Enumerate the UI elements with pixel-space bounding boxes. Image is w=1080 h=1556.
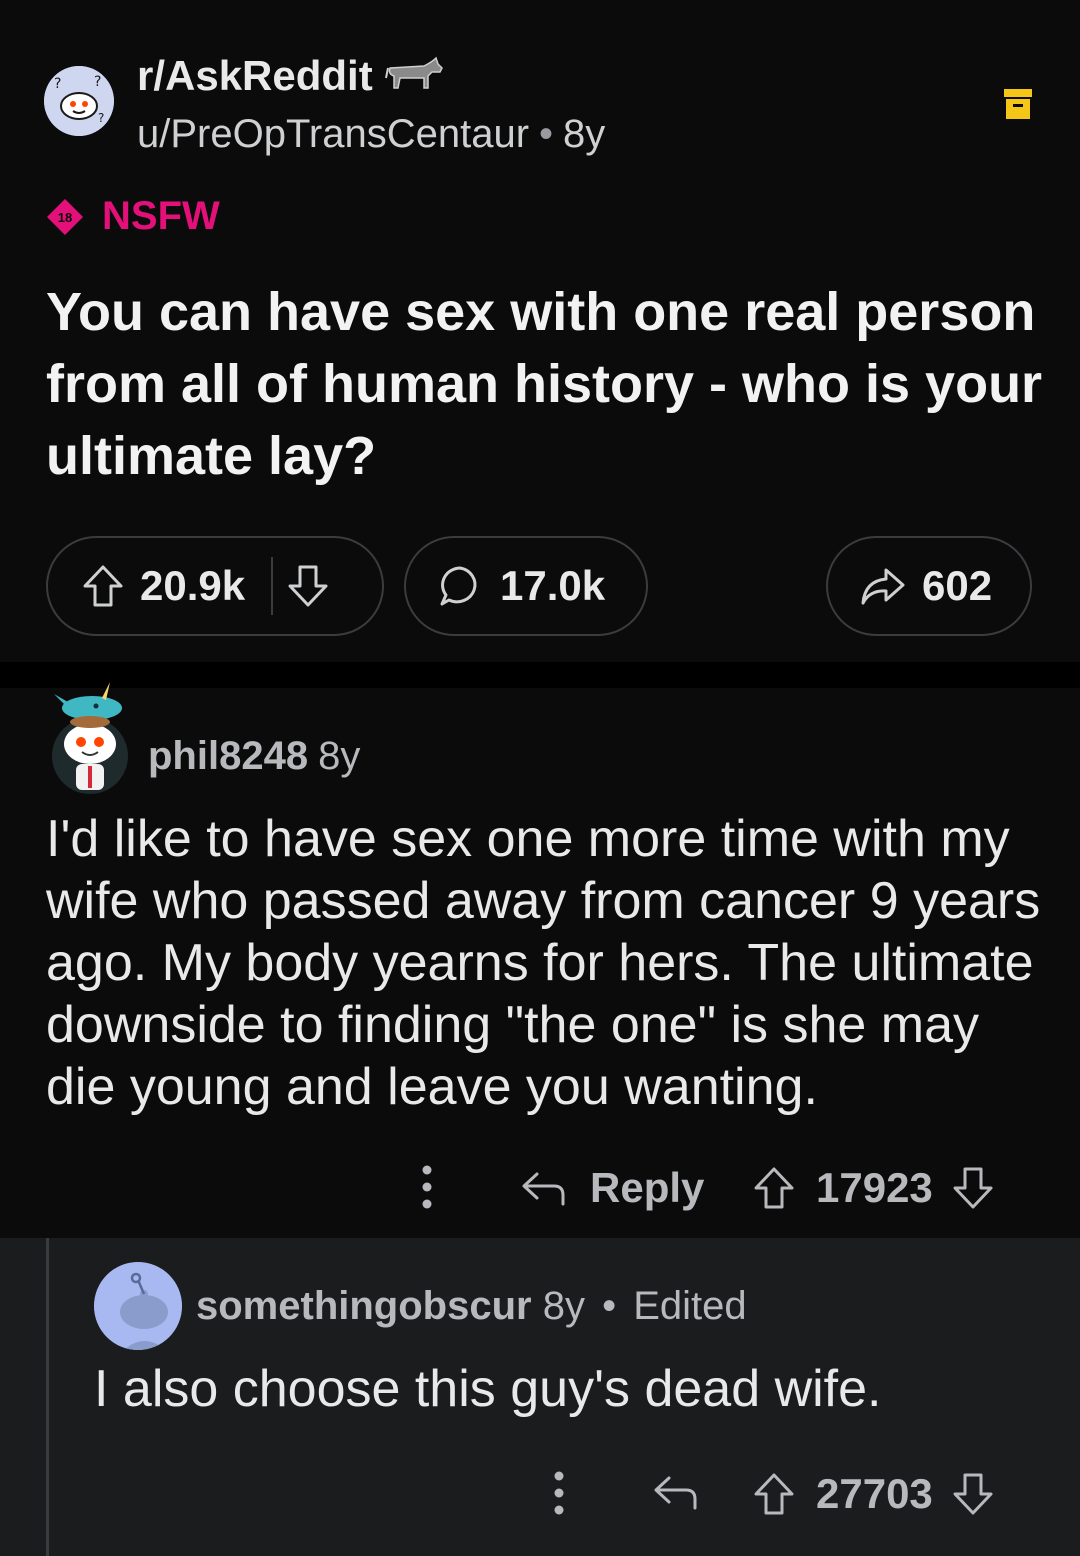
post-card: ? ? ? r/AskReddit u/PreOpTransCentaur • 8y…: [0, 0, 1080, 662]
nsfw-label: NSFW: [102, 194, 220, 238]
comment-body: I also choose this guy's dead wife.: [94, 1360, 882, 1418]
comment-author-line: phil8248 8y: [148, 734, 360, 779]
section-separator: [0, 662, 1080, 688]
post-shares: 602: [922, 562, 993, 609]
svg-text:?: ?: [54, 76, 61, 92]
share-icon: [860, 566, 906, 606]
more-options-icon[interactable]: [420, 1162, 434, 1212]
comment-score: 27703: [816, 1470, 933, 1517]
upvote-icon[interactable]: [752, 1472, 796, 1516]
more-options-icon[interactable]: [552, 1468, 566, 1518]
comment-author[interactable]: phil8248: [148, 734, 308, 778]
meta-separator: •: [539, 112, 554, 156]
subreddit-avatar-icon[interactable]: ? ? ?: [44, 66, 114, 136]
edited-label: Edited: [633, 1284, 747, 1328]
downvote-icon[interactable]: [951, 1472, 995, 1516]
svg-text:?: ?: [98, 111, 104, 125]
nsfw-tag: 18 NSFW: [46, 194, 220, 239]
meta-separator: •: [602, 1284, 617, 1328]
svg-text:?: ?: [94, 74, 101, 90]
user-avatar-icon[interactable]: [46, 676, 138, 796]
comment-author[interactable]: somethingobscur: [196, 1284, 532, 1328]
upvote-icon[interactable]: [82, 564, 124, 608]
upvote-icon[interactable]: [752, 1166, 796, 1210]
comment-age: 8y: [318, 734, 361, 778]
comment-vote: 17923: [752, 1164, 995, 1212]
comment-actions: Reply 17923: [0, 1150, 1080, 1226]
downvote-icon[interactable]: [287, 564, 329, 608]
post-title[interactable]: You can have sex with one real person fr…: [46, 276, 1046, 492]
comment-score: 17923: [816, 1164, 933, 1211]
svg-text:18: 18: [58, 210, 72, 225]
vote-pill: 20.9k: [46, 536, 384, 636]
comment-age: 8y: [542, 1284, 585, 1328]
downvote-icon[interactable]: [951, 1166, 995, 1210]
donkey-flair-icon: [384, 54, 446, 92]
nsfw-badge-icon: 18: [46, 198, 84, 236]
share-button[interactable]: 602: [826, 536, 1032, 636]
comment-author-line: somethingobscur 8y • Edited: [196, 1284, 747, 1329]
reply-icon: [520, 1168, 566, 1208]
comments-button[interactable]: 17.0k: [404, 536, 648, 636]
archive-icon: [1003, 88, 1033, 120]
comment-vote: 27703: [752, 1470, 995, 1518]
vote-divider: [271, 557, 274, 615]
post-upvotes: 20.9k: [140, 562, 246, 609]
comment-icon: [438, 564, 482, 608]
reply-label: Reply: [590, 1164, 705, 1211]
post-comments: 17.0k: [500, 562, 606, 609]
post-author[interactable]: u/PreOpTransCentaur: [137, 112, 529, 156]
reply-button[interactable]: Reply: [520, 1164, 704, 1212]
post-meta: u/PreOpTransCentaur • 8y: [137, 112, 605, 157]
thread-line[interactable]: [46, 1238, 49, 1556]
comment-body: I'd like to have sex one more time with …: [46, 810, 1041, 1116]
subreddit-name[interactable]: r/AskReddit: [137, 52, 373, 100]
reply-icon[interactable]: [652, 1472, 698, 1512]
post-age: 8y: [563, 112, 606, 156]
user-avatar-icon[interactable]: [94, 1262, 182, 1350]
